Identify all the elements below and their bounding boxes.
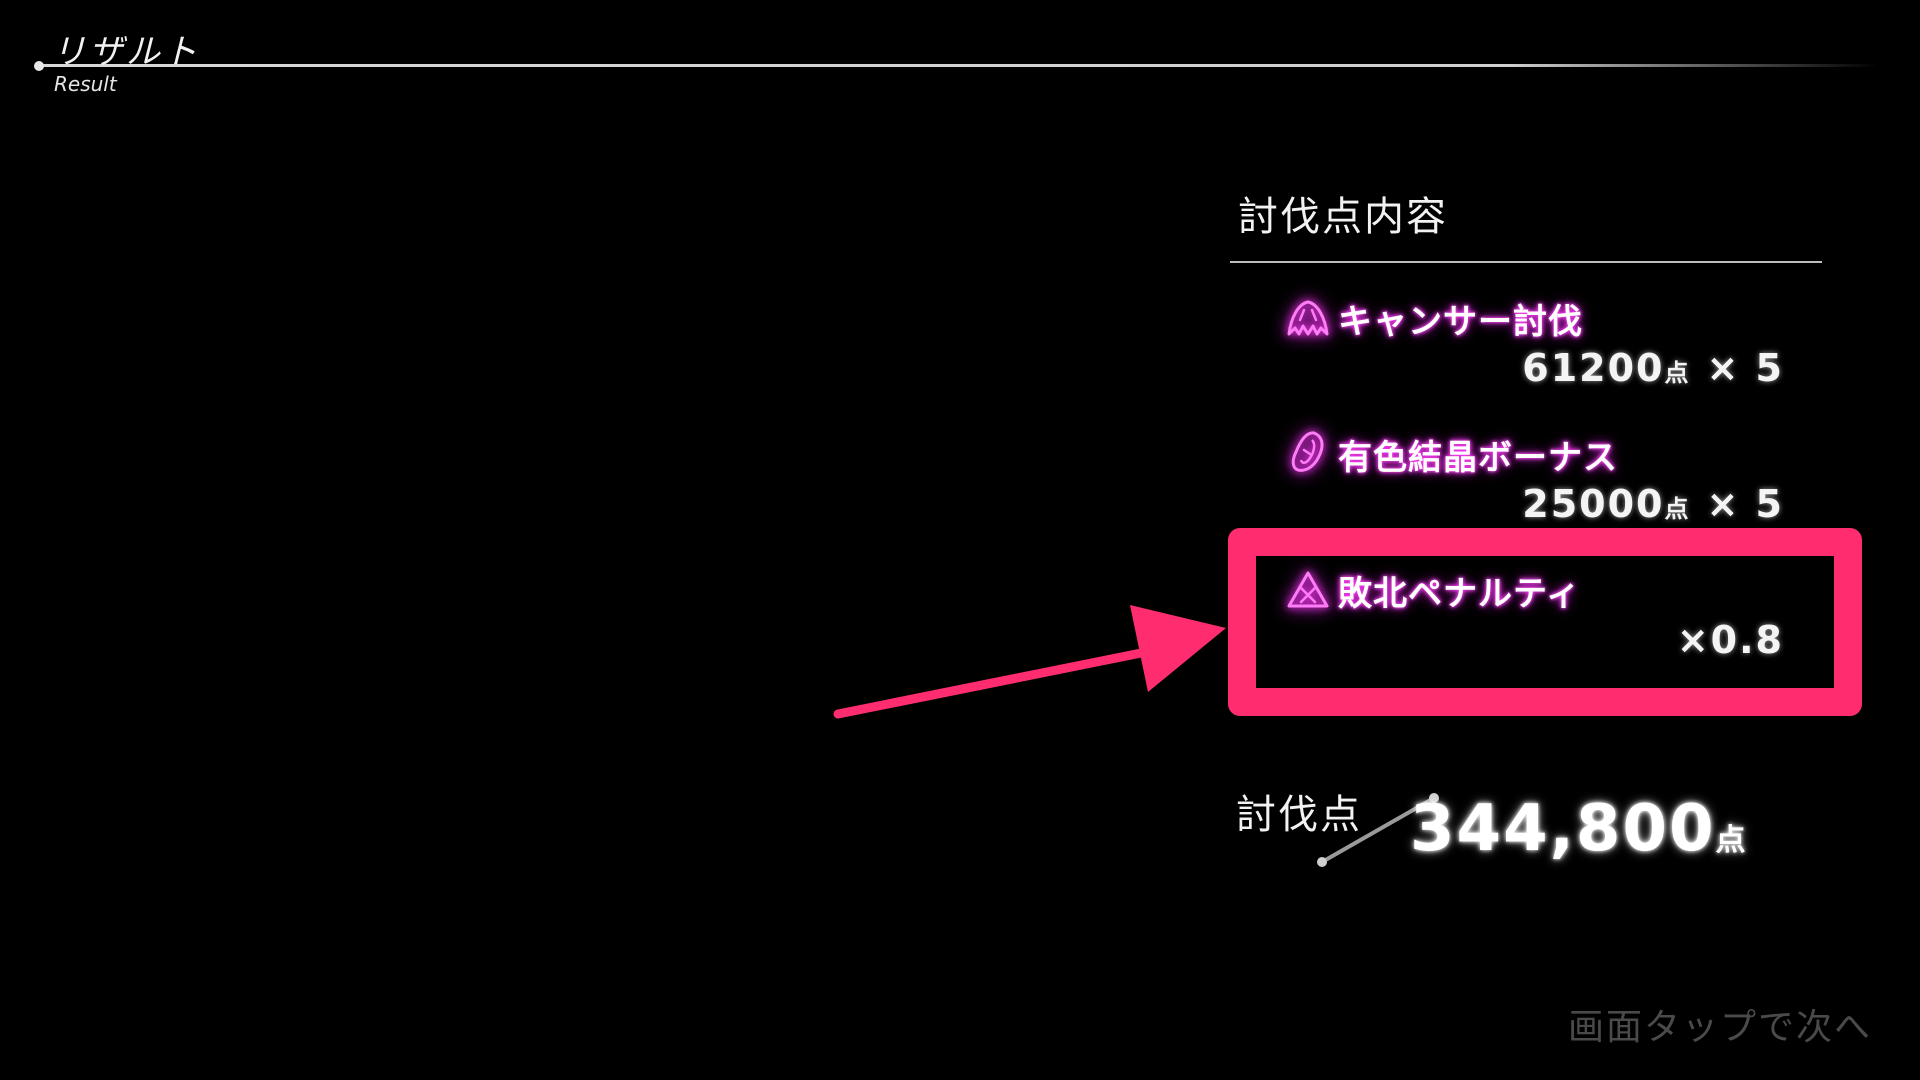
total-score-unit: 点	[1715, 823, 1746, 858]
row-value-colored-crystal-bonus: 25000点 × 5	[1522, 482, 1784, 526]
result-screen[interactable]: リザルト Result 討伐点内容 キャンサー討伐 61200点 × 5 有色結晶…	[0, 0, 1920, 1080]
row-value-cancer-defeat: 61200点 × 5	[1522, 346, 1784, 390]
score-multiplier: × 5	[1706, 482, 1784, 526]
crystal-icon	[1286, 430, 1330, 474]
fang-icon	[1286, 296, 1330, 340]
panel-divider	[1230, 261, 1822, 263]
score-breakdown-title: 討伐点内容	[1238, 194, 1448, 240]
header-divider	[38, 64, 1878, 67]
score-unit: 点	[1664, 359, 1689, 387]
score-multiplier: × 5	[1706, 346, 1784, 390]
score-value: 61200	[1522, 346, 1665, 390]
total-score-value: 344,800点	[1410, 792, 1746, 866]
score-value: 25000	[1522, 482, 1665, 526]
score-unit: 点	[1664, 495, 1689, 523]
screen-title: リザルト	[52, 32, 200, 72]
header-dot	[34, 61, 44, 71]
row-label-cancer-defeat: キャンサー討伐	[1338, 302, 1583, 342]
row-label-colored-crystal-bonus: 有色結晶ボーナス	[1338, 438, 1618, 478]
total-score-number: 344,800	[1410, 792, 1716, 866]
tap-to-continue-hint[interactable]: 画面タップで次へ	[1568, 998, 1872, 1050]
screen-subtitle: Result	[54, 72, 117, 96]
highlight-box	[1228, 528, 1862, 716]
